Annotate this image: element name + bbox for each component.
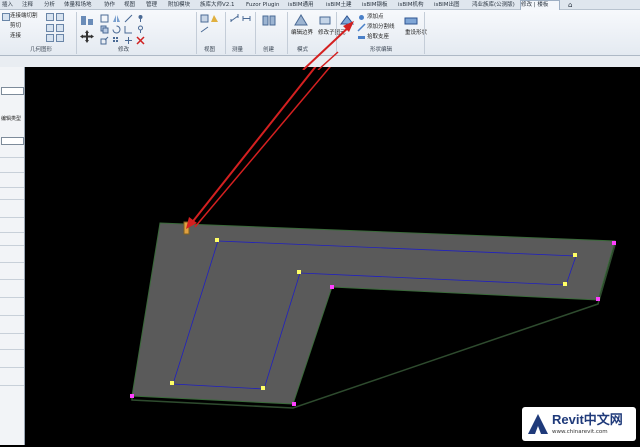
floor-slab[interactable] bbox=[131, 222, 616, 405]
property-row bbox=[0, 157, 24, 158]
property-row bbox=[0, 333, 24, 334]
brand-url: www.chinarevit.com bbox=[552, 429, 608, 435]
property-row bbox=[0, 245, 24, 246]
sub-point[interactable] bbox=[170, 381, 174, 385]
sub-point[interactable] bbox=[215, 238, 219, 242]
sub-point[interactable] bbox=[261, 386, 265, 390]
corner-point[interactable] bbox=[596, 297, 600, 301]
property-row bbox=[0, 217, 24, 218]
property-row bbox=[0, 367, 24, 368]
revit-logo-icon bbox=[528, 414, 548, 434]
property-row bbox=[0, 199, 24, 200]
property-row bbox=[0, 349, 24, 350]
arrow-overlay bbox=[302, 21, 354, 70]
watermark-logo: Revit中文网 www.chinarevit.com bbox=[522, 407, 636, 441]
sub-point[interactable] bbox=[297, 270, 301, 274]
corner-point[interactable] bbox=[130, 394, 134, 398]
edit-type-label[interactable]: 编辑类型 bbox=[1, 115, 21, 122]
annotation-arrow bbox=[302, 24, 352, 70]
type-selector[interactable] bbox=[1, 87, 24, 95]
property-row bbox=[0, 297, 24, 298]
property-row bbox=[0, 187, 24, 188]
revit-window: 插入 注释 分析 体量和场地 协作 视图 管理 附加模块 族库大师V2.1 Fu… bbox=[0, 0, 640, 445]
properties-panel: 编辑类型 bbox=[0, 67, 25, 445]
annotation-arrow bbox=[194, 28, 363, 228]
corner-point[interactable] bbox=[612, 241, 616, 245]
property-row bbox=[0, 262, 24, 263]
floor-view[interactable] bbox=[25, 26, 640, 445]
sub-point[interactable] bbox=[563, 282, 567, 286]
property-row bbox=[0, 385, 24, 386]
annotation-arrow bbox=[189, 26, 348, 226]
sub-point[interactable] bbox=[573, 253, 577, 257]
property-row bbox=[0, 232, 24, 233]
corner-point[interactable] bbox=[292, 402, 296, 406]
annotation-arrow bbox=[317, 51, 339, 70]
property-row bbox=[0, 172, 24, 173]
brand-text: Revit中文网 bbox=[552, 412, 623, 427]
corner-point[interactable] bbox=[330, 285, 334, 289]
property-field[interactable] bbox=[1, 137, 24, 145]
property-row bbox=[0, 315, 24, 316]
drawing-canvas[interactable] bbox=[25, 26, 640, 445]
property-row bbox=[0, 279, 24, 280]
